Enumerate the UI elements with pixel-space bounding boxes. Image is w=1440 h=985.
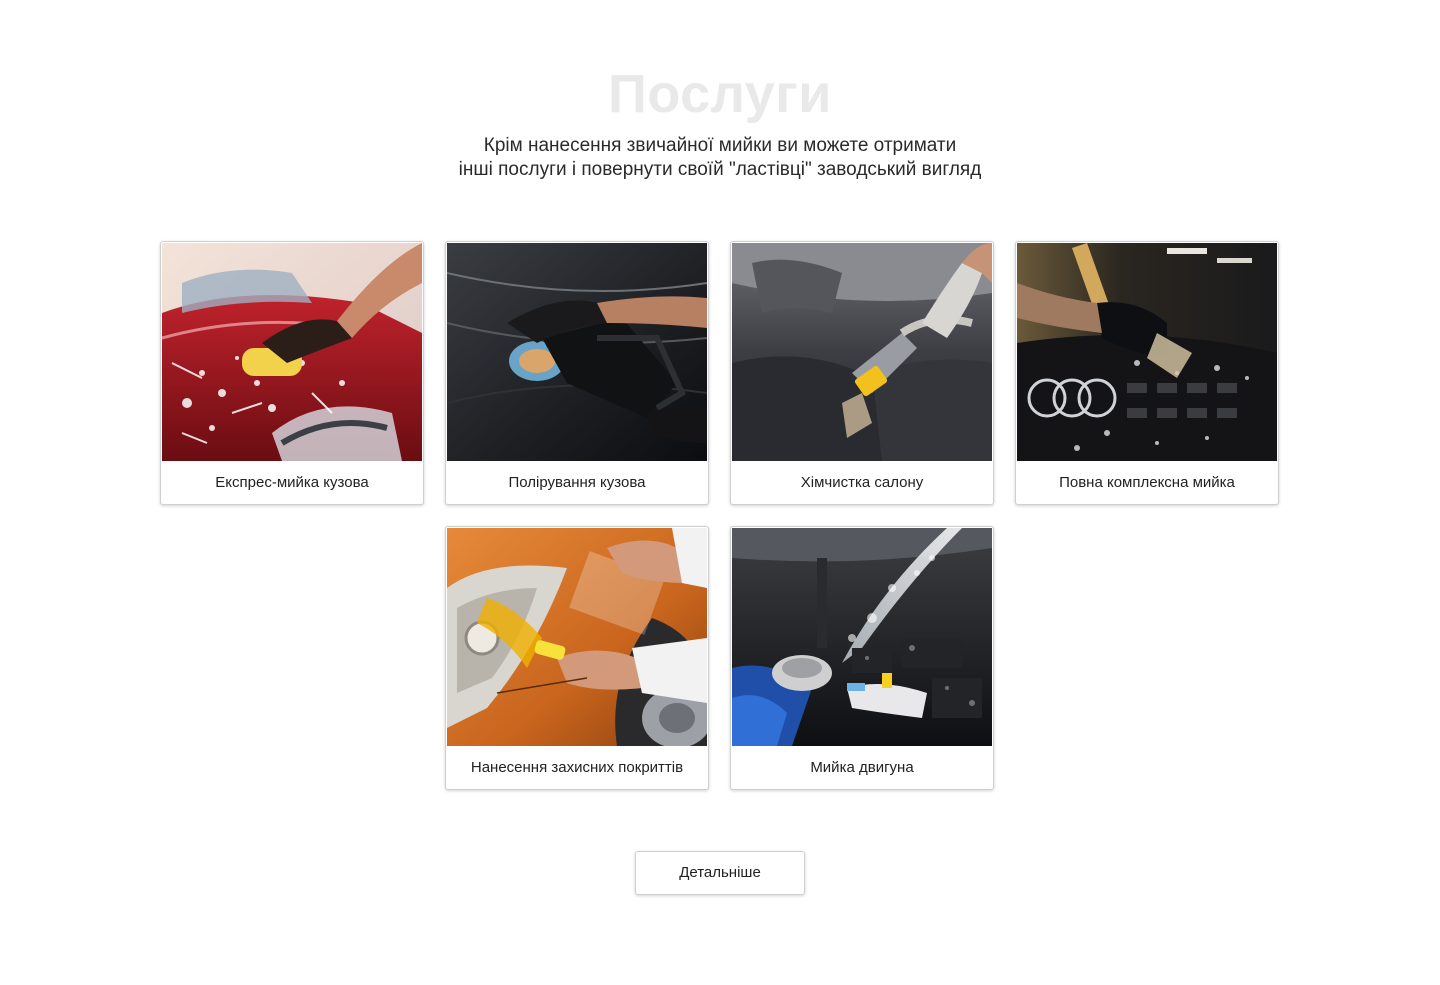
service-label: Хімчистка салону bbox=[800, 474, 924, 491]
car-wash-sponge-photo bbox=[162, 243, 422, 461]
service-card-express-wash[interactable]: Експрес-мийка кузова bbox=[160, 241, 424, 505]
engine-wash-photo bbox=[732, 528, 992, 746]
service-label: Полірування кузова bbox=[508, 474, 646, 491]
service-label: Мийка двигуна bbox=[810, 759, 914, 776]
protective-film-photo bbox=[447, 528, 707, 746]
service-card-interior-cleaning[interactable]: Хімчистка салону bbox=[730, 241, 994, 505]
service-card-engine-wash[interactable]: Мийка двигуна bbox=[730, 526, 994, 790]
service-card-full-wash[interactable]: Повна комплексна мийка bbox=[1015, 241, 1279, 505]
service-label: Експрес-мийка кузова bbox=[215, 474, 369, 491]
car-polishing-photo bbox=[447, 243, 707, 461]
details-button[interactable]: Детальніше bbox=[635, 851, 805, 895]
service-card-protective-coatings[interactable]: Нанесення захисних покриттів bbox=[445, 526, 709, 790]
services-grid: Експрес-мийка кузова Полірування кузова … bbox=[0, 0, 1440, 985]
service-label: Нанесення захисних покриттів bbox=[470, 759, 684, 776]
full-wash-brush-photo bbox=[1017, 243, 1277, 461]
service-label: Повна комплексна мийка bbox=[1059, 474, 1235, 491]
service-card-polishing[interactable]: Полірування кузова bbox=[445, 241, 709, 505]
interior-cleaning-photo bbox=[732, 243, 992, 461]
